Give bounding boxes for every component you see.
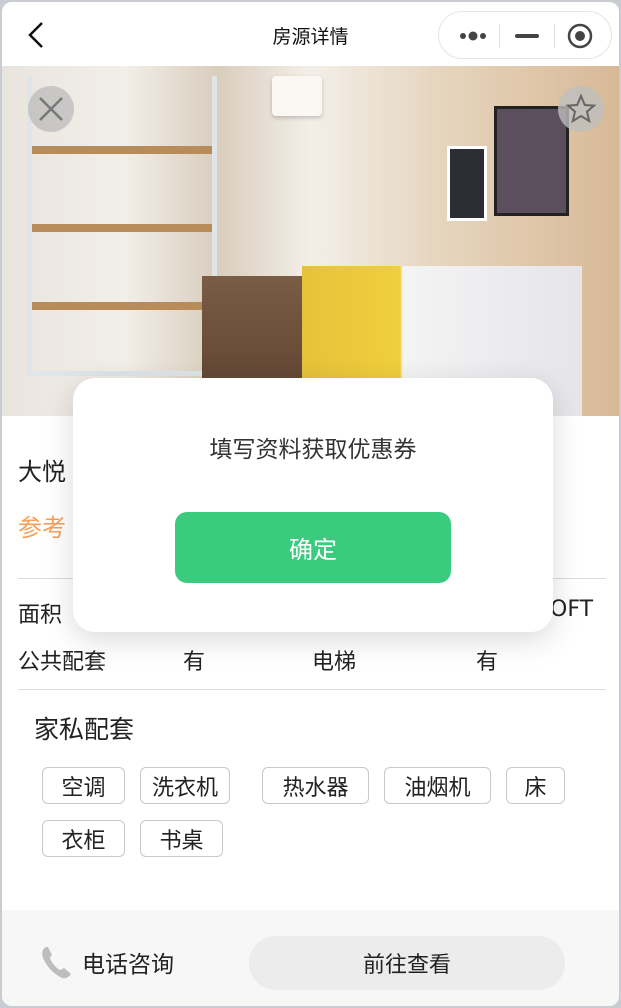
modal-overlay: 填写资料获取优惠券 确定: [2, 2, 619, 1006]
modal-title: 填写资料获取优惠券: [209, 437, 417, 463]
coupon-modal: 填写资料获取优惠券 确定: [73, 378, 553, 632]
mini-program-window: 房源详情 大悦 参考 面积 OFT 公共配套 有 电梯 有 家私配套 空调 洗衣…: [2, 2, 619, 1006]
confirm-button[interactable]: 确定: [175, 512, 451, 583]
